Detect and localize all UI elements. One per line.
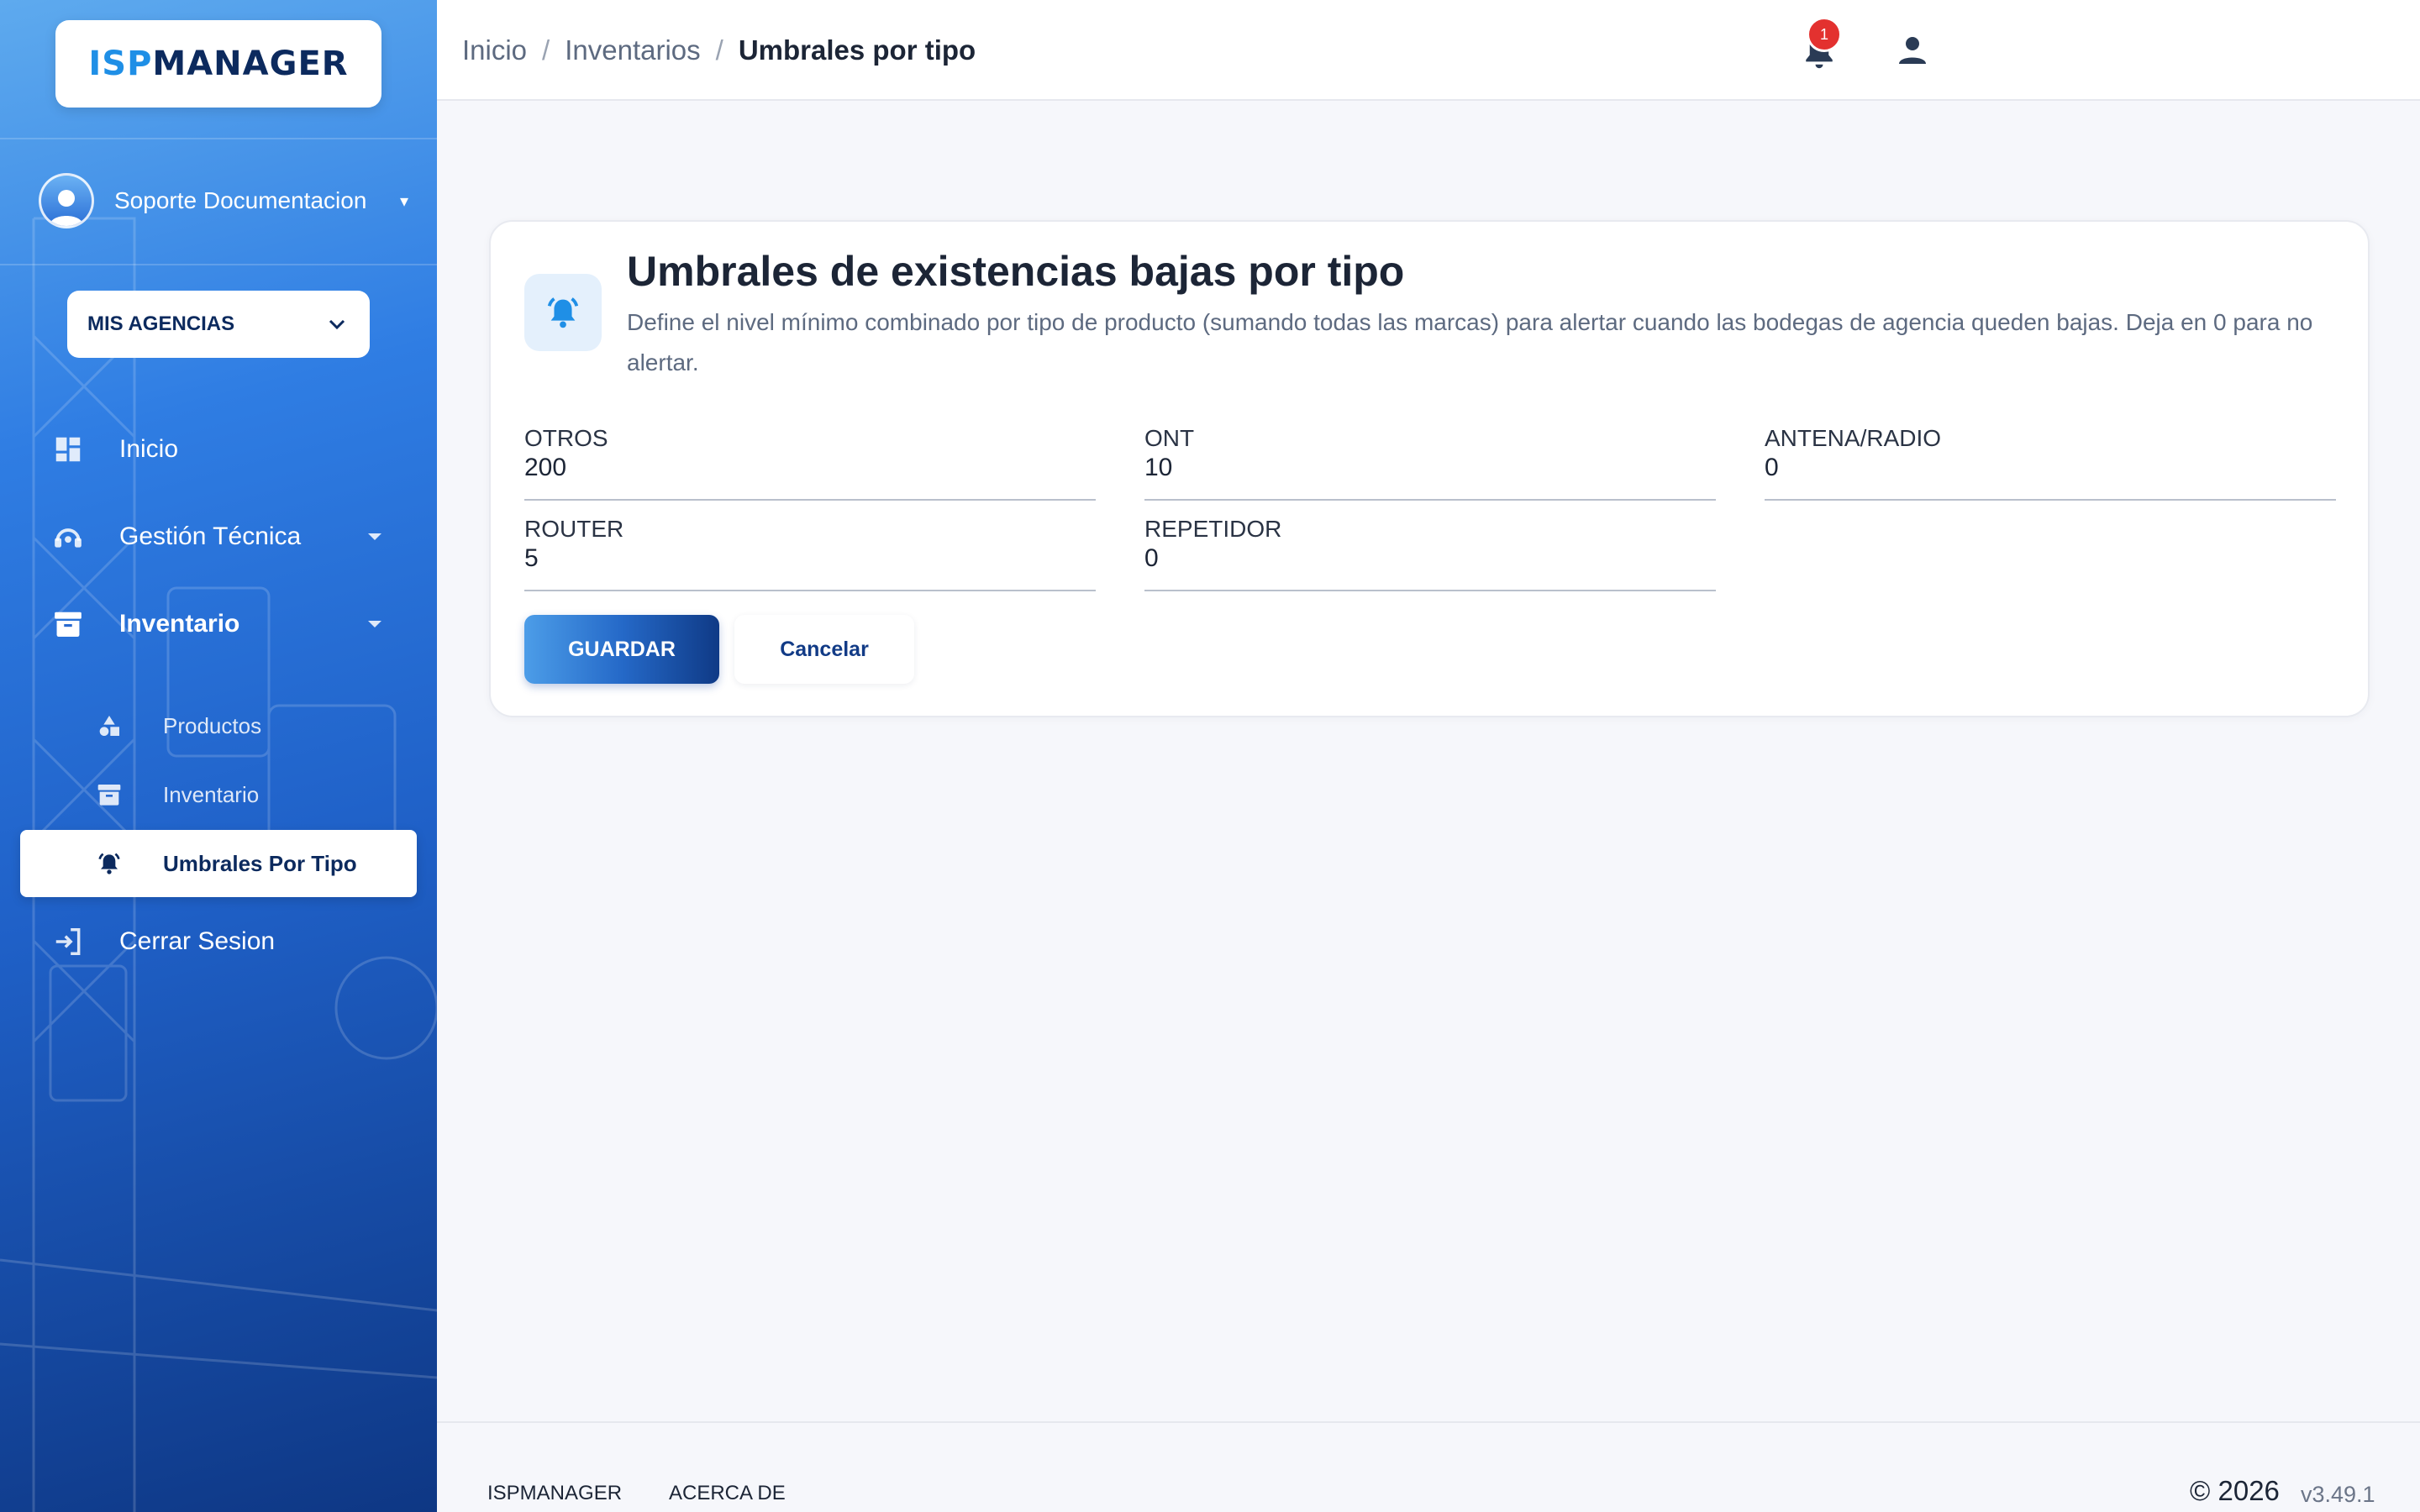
- bell-alert-icon: [98, 853, 120, 874]
- shapes-icon: [99, 716, 119, 736]
- archive-icon: [97, 785, 121, 806]
- nav-item-inventario[interactable]: Inventario: [0, 595, 437, 654]
- archive-icon: [55, 612, 82, 638]
- nav-label: Gestión Técnica: [119, 522, 302, 550]
- threshold-field-ont[interactable]: ONT 10: [1144, 425, 1716, 501]
- caret-down-icon: [368, 533, 381, 540]
- breadcrumb-inventarios[interactable]: Inventarios: [565, 34, 700, 66]
- field-value[interactable]: 0: [1144, 544, 1159, 573]
- sub-item-label: Inventario: [163, 781, 260, 807]
- nav-label: Cerrar Sesion: [119, 927, 276, 955]
- sidebar-item-umbrales-por-tipo[interactable]: Umbrales Por Tipo: [20, 830, 417, 897]
- sidebar-item-productos[interactable]: Productos: [0, 701, 437, 751]
- breadcrumb-separator: /: [542, 34, 550, 66]
- footer-link-acerca-de[interactable]: ACERCA DE: [669, 1482, 786, 1505]
- person-icon: [1899, 37, 1926, 64]
- threshold-field-otros[interactable]: OTROS 200: [524, 425, 1096, 501]
- field-label: REPETIDOR: [1144, 516, 1282, 542]
- agency-select-label: MIS AGENCIAS: [87, 312, 235, 335]
- account-button[interactable]: [1892, 30, 1933, 71]
- avatar: [39, 173, 94, 228]
- breadcrumb-inicio[interactable]: Inicio: [462, 34, 527, 66]
- logo-text-manager: MANAGER: [152, 45, 349, 83]
- caret-down-icon: ▾: [399, 192, 408, 211]
- field-label: ROUTER: [524, 516, 624, 542]
- chevron-down-icon: [329, 319, 345, 330]
- thresholds-card: Umbrales de existencias bajas por tipo D…: [489, 220, 2370, 717]
- sub-item-label: Umbrales Por Tipo: [163, 850, 357, 876]
- threshold-field-repetidor[interactable]: REPETIDOR 0: [1144, 516, 1716, 591]
- headset-icon: [55, 528, 82, 548]
- notification-badge: 1: [1807, 17, 1842, 52]
- logout-icon: [55, 928, 81, 955]
- sidebar-divider: [0, 264, 437, 265]
- card-title: Umbrales de existencias bajas por tipo: [627, 248, 1405, 295]
- field-value[interactable]: 5: [524, 544, 539, 573]
- logout-button[interactable]: Cerrar Sesion: [0, 912, 437, 971]
- card-icon-box: [524, 274, 602, 351]
- user-name: Soporte Documentacion: [114, 187, 367, 213]
- nav-item-inicio[interactable]: Inicio: [0, 420, 437, 479]
- sub-item-label: Productos: [163, 712, 262, 738]
- nav-label: Inicio: [119, 435, 179, 463]
- dashboard-icon: [55, 437, 81, 462]
- app-logo[interactable]: ISP MANAGER: [55, 20, 381, 108]
- footer-link-ispmanager[interactable]: ISPMANAGER: [487, 1482, 622, 1505]
- sidebar: ISP MANAGER Soporte Documentacion ▾ MIS A…: [0, 0, 437, 1512]
- sidebar-divider: [0, 138, 437, 139]
- nav-label: Inventario: [119, 610, 240, 638]
- topbar: Inicio / Inventarios / Umbrales por tipo: [437, 0, 2420, 101]
- threshold-field-router[interactable]: ROUTER 5: [524, 516, 1096, 591]
- field-value[interactable]: 0: [1765, 454, 1779, 482]
- breadcrumb: Inicio / Inventarios / Umbrales por tipo: [462, 0, 976, 101]
- card-description: Define el nivel mínimo combinado por tip…: [627, 309, 2313, 375]
- bell-alert-icon: [547, 297, 579, 328]
- user-silhouette-icon: [50, 190, 83, 226]
- field-value[interactable]: 10: [1144, 454, 1172, 482]
- sidebar-item-inventario[interactable]: Inventario: [0, 769, 437, 820]
- cancel-button[interactable]: Cancelar: [734, 615, 914, 684]
- save-button[interactable]: GUARDAR: [524, 615, 719, 684]
- field-label: ANTENA/RADIO: [1765, 425, 1942, 451]
- threshold-field-antena-radio[interactable]: ANTENA/RADIO 0: [1765, 425, 2336, 501]
- user-profile-menu[interactable]: Soporte Documentacion ▾: [39, 173, 408, 228]
- footer: ISPMANAGER ACERCA DE © 2026 v3.49.1: [437, 1421, 2420, 1512]
- field-value[interactable]: 200: [524, 454, 566, 482]
- field-label: OTROS: [524, 425, 608, 451]
- agency-select[interactable]: MIS AGENCIAS: [67, 291, 370, 358]
- copyright: © 2026: [2190, 1475, 2280, 1506]
- logo-text-isp: ISP: [88, 45, 153, 83]
- breadcrumb-separator: /: [715, 34, 723, 66]
- nav-item-gestion-tecnica[interactable]: Gestión Técnica: [0, 507, 437, 566]
- breadcrumb-current: Umbrales por tipo: [738, 34, 976, 66]
- caret-down-icon: [368, 621, 381, 627]
- field-label: ONT: [1144, 425, 1195, 451]
- app-version: v3.49.1: [2301, 1482, 2375, 1507]
